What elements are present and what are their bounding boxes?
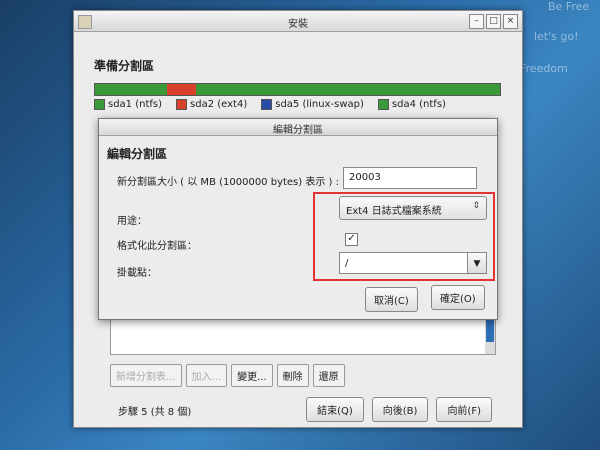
- add-button[interactable]: 加入...: [185, 364, 228, 387]
- reset-button[interactable]: 還原: [312, 364, 345, 387]
- legend-swatch: [261, 99, 273, 110]
- red-highlight-box: [313, 192, 495, 281]
- delete-button[interactable]: 刪除: [276, 364, 309, 387]
- minimize-icon[interactable]: –: [469, 14, 484, 29]
- use-label: 用途：: [117, 216, 147, 227]
- dialog-heading: 編輯分割區: [107, 147, 168, 161]
- cancel-button[interactable]: 取消(C): [365, 287, 418, 312]
- disk-segment-sda2: [167, 84, 197, 95]
- window-title: 安裝: [288, 19, 308, 30]
- size-input[interactable]: 20003: [343, 167, 477, 189]
- disk-usage-bar: [94, 83, 501, 96]
- change-button[interactable]: 變更...: [231, 364, 273, 387]
- window-titlebar[interactable]: 安裝 – □ ×: [74, 11, 522, 32]
- new-partition-table-button[interactable]: 新增分割表...: [110, 364, 182, 387]
- dialog-titlebar[interactable]: 編輯分割區: [99, 119, 497, 136]
- background-text-3: Freedom: [520, 62, 568, 75]
- legend-item-sda5: sda5 (linux-swap): [261, 99, 364, 110]
- partition-actions: 新增分割表... 加入... 變更... 刪除 還原: [110, 364, 345, 387]
- dialog-title: 編輯分割區: [273, 125, 323, 136]
- navigation-buttons: 結束(Q) 向後(B) 向前(F): [306, 397, 492, 422]
- close-icon[interactable]: ×: [503, 14, 518, 29]
- legend-swatch: [94, 99, 105, 110]
- disk-segment-rest: [196, 84, 500, 95]
- size-label: 新分割區大小 ( 以 MB (1000000 bytes) 表示 ) :: [117, 177, 339, 188]
- format-label: 格式化此分割區：: [117, 241, 197, 252]
- forward-button[interactable]: 向前(F): [436, 397, 492, 422]
- maximize-icon[interactable]: □: [486, 14, 501, 29]
- disk-legend: sda1 (ntfs) sda2 (ext4) sda5 (linux-swap…: [94, 99, 446, 110]
- mount-label: 掛載點：: [117, 268, 157, 279]
- legend-label: sda1 (ntfs): [108, 99, 163, 110]
- legend-label: sda5 (linux-swap): [275, 99, 364, 110]
- legend-swatch: [176, 99, 188, 110]
- legend-item-sda1: sda1 (ntfs): [94, 99, 162, 110]
- legend-label: sda2 (ext4): [190, 99, 248, 110]
- legend-item-sda2: sda2 (ext4): [176, 99, 247, 110]
- legend-item-sda4: sda4 (ntfs): [377, 99, 446, 110]
- page-title: 準備分割區: [94, 59, 155, 73]
- quit-button[interactable]: 結束(Q): [306, 397, 364, 422]
- legend-label: sda4 (ntfs): [391, 99, 446, 110]
- background-text-2: let's go!: [534, 30, 579, 43]
- ok-button[interactable]: 確定(O): [431, 285, 485, 310]
- step-indicator: 步驟 5 (共 8 個): [118, 407, 192, 418]
- background-text-1: Be Free: [548, 0, 590, 13]
- back-button[interactable]: 向後(B): [371, 397, 429, 422]
- disk-segment-sda1: [95, 84, 168, 95]
- legend-swatch: [377, 99, 389, 110]
